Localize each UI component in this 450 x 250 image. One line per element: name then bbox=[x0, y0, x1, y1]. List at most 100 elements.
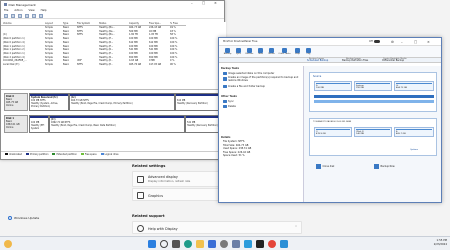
disk1-partition-efi[interactable]: 100 MB Healthy (EFI System bbox=[29, 115, 49, 133]
source-partition[interactable]: G: 464.73 GB bbox=[394, 81, 434, 91]
table-cell: Healthy (R... bbox=[99, 55, 114, 59]
menu-view[interactable]: View bbox=[28, 9, 34, 12]
table-cell: Local Disk (E:) bbox=[3, 63, 20, 66]
help-display-label: Help with Display bbox=[148, 226, 178, 231]
disk1-label[interactable]: Disk 1 Basic 1863.01 GB Online bbox=[4, 115, 28, 133]
table-cell: Simple bbox=[45, 26, 53, 29]
table-cell: Basic bbox=[63, 44, 70, 48]
table-cell: Basic bbox=[63, 51, 70, 55]
disk-management-icon[interactable] bbox=[232, 240, 240, 248]
disk1-state: Online bbox=[6, 126, 14, 130]
disk1-row: Disk 1 Basic 1863.01 GB Online 100 MB He… bbox=[4, 115, 223, 133]
table-cell: UDF bbox=[77, 59, 82, 63]
start-icon[interactable] bbox=[148, 240, 156, 248]
minitool-icon[interactable] bbox=[244, 240, 252, 248]
ribbon-other-tasks[interactable]: Other Tasks bbox=[278, 47, 291, 55]
destination-card[interactable]: TOSHIBA DT01ACA200 (500 GB) SATA C: 476.9… bbox=[309, 118, 437, 156]
col-volume[interactable]: Volume bbox=[3, 22, 12, 25]
col-status[interactable]: Status bbox=[99, 22, 106, 25]
col-type[interactable]: Type bbox=[63, 22, 68, 25]
ribbon-help[interactable]: Help bbox=[293, 47, 302, 55]
menu-action[interactable]: Action bbox=[14, 9, 22, 12]
settings-icon[interactable] bbox=[220, 240, 228, 248]
tasks-icon bbox=[282, 47, 287, 53]
back-icon[interactable] bbox=[4, 13, 8, 18]
refresh-icon[interactable] bbox=[32, 13, 36, 18]
menu-help[interactable]: Help bbox=[41, 9, 47, 12]
table-cell: CCCOMA_X64FRE_... bbox=[3, 59, 27, 63]
table-cell: 417.05 GB bbox=[149, 63, 162, 66]
task-image-partition[interactable]: Create an image of the partition(s) requ… bbox=[221, 76, 303, 84]
table-row[interactable]: Local Disk (E:) Simple Basic NTFS Healthy (P… bbox=[1, 63, 186, 67]
help-display-row[interactable]: Help with Display ˄ bbox=[132, 221, 302, 234]
partition-status: Healthy (Recovery Partition) bbox=[187, 123, 218, 127]
clock[interactable]: 1:55 PM 2/23/2024 bbox=[434, 239, 447, 246]
col-pctfree[interactable]: % Free bbox=[170, 22, 178, 25]
col-layout[interactable]: Layout bbox=[45, 22, 53, 25]
table-cell: Simple bbox=[45, 55, 53, 59]
partition-status: Healthy (Recovery Partition) bbox=[177, 101, 208, 105]
table-cell: Simple bbox=[45, 63, 53, 66]
partition-bar bbox=[30, 116, 48, 119]
col-capacity[interactable]: Capacity bbox=[129, 22, 139, 25]
ribbon-restore[interactable]: Restore bbox=[245, 47, 254, 55]
options-link[interactable]: Options bbox=[410, 149, 418, 151]
maximize-button[interactable]: □ bbox=[414, 40, 417, 44]
search-icon[interactable] bbox=[160, 240, 168, 248]
col-filesystem[interactable]: File System bbox=[77, 22, 90, 25]
table-cell: 464.73 GB bbox=[129, 26, 142, 29]
rescan-icon[interactable] bbox=[39, 13, 43, 18]
windows-update-nav[interactable]: Windows Update bbox=[8, 216, 39, 220]
task-view-icon[interactable] bbox=[172, 240, 180, 248]
store-icon[interactable] bbox=[208, 240, 216, 248]
backup-now-action[interactable]: Backup Now bbox=[374, 164, 395, 169]
col-free[interactable]: Free Spa... bbox=[149, 22, 161, 25]
photos-icon[interactable] bbox=[280, 240, 288, 248]
close-button[interactable]: × bbox=[214, 1, 217, 5]
log-icon bbox=[306, 47, 311, 53]
table-cell: (C:) bbox=[3, 33, 8, 37]
minimize-button[interactable]: – bbox=[191, 1, 193, 5]
clone-disk-action[interactable]: Clone disk bbox=[316, 164, 334, 169]
ribbon-tools[interactable]: Tools bbox=[256, 47, 265, 55]
legend-unallocated: Unallocated bbox=[5, 153, 22, 156]
terminal-icon[interactable] bbox=[256, 240, 264, 248]
close-button[interactable]: × bbox=[427, 40, 430, 44]
table-cell: 226.43 GB bbox=[149, 26, 162, 29]
disk0-label[interactable]: Disk 0 Basic 465.75 GB Online bbox=[4, 93, 28, 111]
partition-icon bbox=[223, 77, 227, 81]
properties-icon[interactable] bbox=[18, 13, 22, 18]
chrome-icon[interactable] bbox=[268, 240, 276, 248]
table-cell: 612 MB bbox=[149, 40, 158, 44]
taskbar: 1:55 PM 2/23/2024 bbox=[0, 236, 450, 250]
disk-icon bbox=[223, 71, 227, 76]
table-cell: (Disk 1 partition 2) bbox=[3, 48, 25, 52]
table-cell: 1.05 TB bbox=[149, 33, 158, 37]
ribbon-media[interactable]: Media bbox=[267, 47, 276, 55]
table-cell: 0 % bbox=[170, 59, 175, 63]
disk0-partition-system-reserved[interactable]: System Reserved (S:) 100 MB NTFS Healthy… bbox=[29, 93, 69, 111]
gear-icon[interactable]: ⚙ bbox=[391, 40, 394, 44]
source-card[interactable]: Source S: 100 MB System 100 MB G: 464.73 GB bbox=[309, 72, 437, 112]
table-cell: Healthy (Bo... bbox=[99, 26, 115, 29]
ribbon-backup[interactable]: Backup bbox=[223, 47, 232, 55]
dest-partition[interactable]: E: 465.7 GB bbox=[394, 127, 434, 137]
edge-icon[interactable] bbox=[184, 240, 192, 248]
ribbon-sync[interactable]: Sync bbox=[234, 47, 243, 55]
minimize-button[interactable]: – bbox=[401, 40, 403, 44]
disk0-partition-recovery[interactable]: 612 MB Healthy (Recovery Partition) bbox=[175, 93, 223, 111]
ribbon-log[interactable]: Log bbox=[304, 47, 313, 55]
disk1-partition-c[interactable]: (C:) 1862.72 GB NTFS Healthy (Boot, Page… bbox=[49, 115, 185, 133]
disk0-partition-g[interactable]: (G:) 464.73 GB NTFS Healthy (Boot, Page … bbox=[69, 93, 175, 111]
file-explorer-icon[interactable] bbox=[196, 240, 204, 248]
dest-partition[interactable]: C: 476.9 GB bbox=[314, 127, 352, 137]
help-icon[interactable] bbox=[25, 13, 29, 18]
dest-partition[interactable]: (Disk 1) 140 MB bbox=[354, 127, 392, 137]
trial-toggle[interactable]: Off bbox=[369, 40, 380, 43]
weather-icon[interactable] bbox=[4, 240, 12, 248]
forward-icon[interactable] bbox=[11, 13, 15, 18]
source-partition[interactable]: System 100 MB bbox=[354, 81, 392, 91]
menu-file[interactable]: File bbox=[4, 9, 8, 12]
maximize-button[interactable]: □ bbox=[202, 1, 205, 5]
source-partition[interactable]: S: 100 MB bbox=[314, 81, 352, 91]
